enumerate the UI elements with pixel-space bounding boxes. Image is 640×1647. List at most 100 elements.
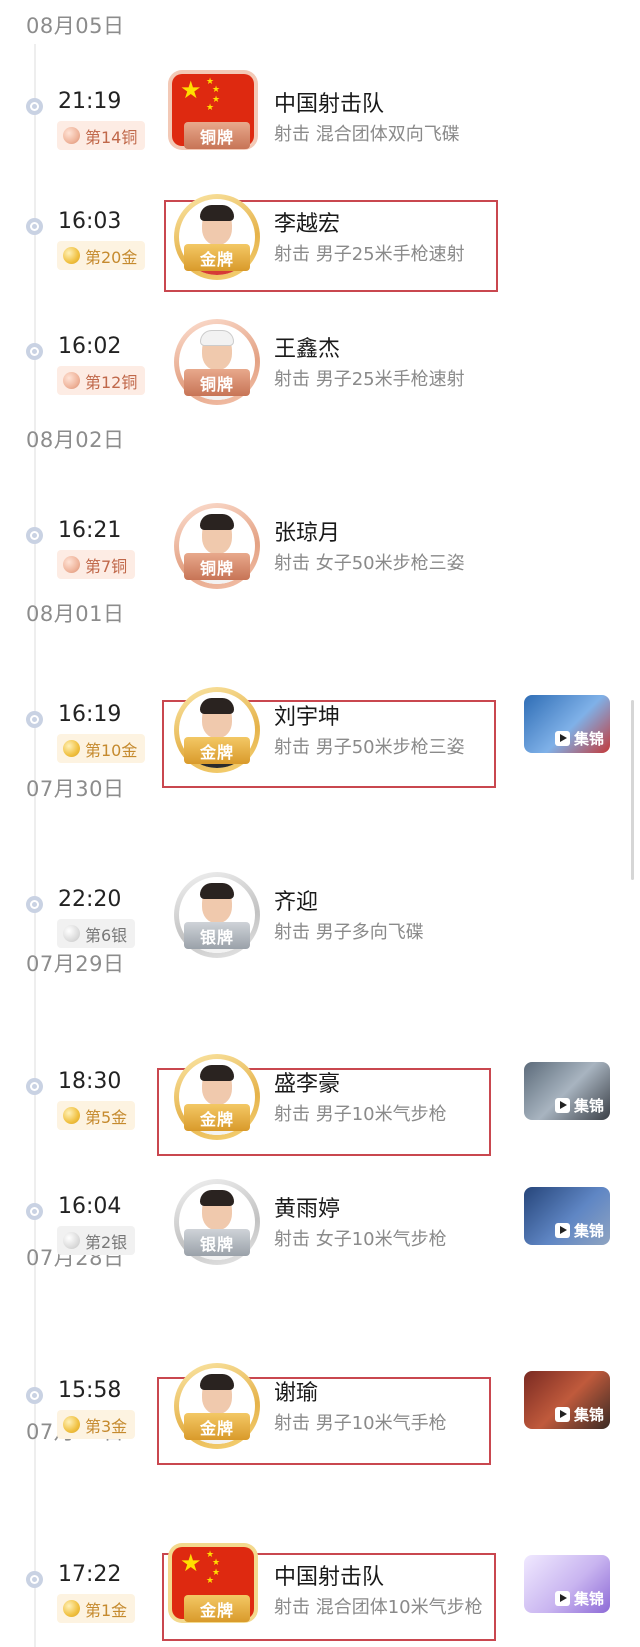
scrollbar[interactable] — [631, 700, 634, 880]
date-header: 08月05日 — [26, 14, 125, 38]
video-label: 集锦 — [573, 1406, 604, 1424]
highlights-video-thumbnail[interactable]: 集锦 — [524, 1371, 610, 1429]
athlete-name: 中国射击队 — [274, 1565, 385, 1590]
medal-count-label: 第3金 — [85, 1416, 128, 1436]
event-name: 射击 男子25米手枪速射 — [274, 369, 465, 390]
event-name: 射击 男子10米气步枪 — [274, 1104, 447, 1125]
athlete-avatar: 铜牌 — [174, 503, 260, 589]
entry-time: 16:19 — [58, 702, 122, 727]
event-name: 射击 男子25米手枪速射 — [274, 244, 465, 265]
medal-ribbon: 铜牌 — [184, 122, 250, 149]
bronze-coin-icon — [63, 372, 80, 389]
medal-count-label: 第12铜 — [85, 372, 138, 392]
timeline-dot — [26, 218, 43, 235]
entry-time: 16:03 — [58, 209, 122, 234]
athlete-avatar: 金牌 — [174, 687, 260, 773]
timeline-dot — [26, 343, 43, 360]
athlete-avatar: 金牌 — [174, 194, 260, 280]
gold-coin-icon — [63, 247, 80, 264]
medal-count-badge: 第10金 — [57, 734, 146, 763]
medal-ribbon: 银牌 — [184, 1229, 250, 1256]
timeline-dot — [26, 896, 43, 913]
medal-count-badge: 第7铜 — [57, 550, 136, 579]
medal-ribbon: 金牌 — [184, 737, 250, 764]
play-icon — [554, 1223, 570, 1238]
medal-count-label: 第2银 — [85, 1232, 128, 1252]
medal-count-label: 第1金 — [85, 1600, 128, 1620]
athlete-name: 中国射击队 — [274, 92, 385, 117]
medal-count-badge: 第1金 — [57, 1594, 136, 1623]
video-label: 集锦 — [573, 1222, 604, 1240]
medal-ribbon: 银牌 — [184, 922, 250, 949]
timeline-dot — [26, 1203, 43, 1220]
medal-entry[interactable]: 16:04 第2银 银牌 黄雨婷 射击 女子10米气步枪 集锦 — [0, 1179, 640, 1347]
athlete-name: 谢瑜 — [274, 1381, 319, 1406]
athlete-avatar: 金牌 — [174, 1363, 260, 1449]
medal-count-badge: 第20金 — [57, 241, 146, 270]
event-name: 射击 女子50米步枪三姿 — [274, 553, 465, 574]
bronze-coin-icon — [63, 556, 80, 573]
gold-coin-icon — [63, 740, 80, 757]
video-label: 集锦 — [573, 1097, 604, 1115]
entry-time: 21:19 — [58, 89, 122, 114]
event-name: 射击 男子多向飞碟 — [274, 922, 424, 943]
medal-ribbon: 铜牌 — [184, 369, 250, 396]
entry-time: 16:02 — [58, 334, 122, 359]
athlete-name: 齐迎 — [274, 890, 319, 915]
play-icon — [554, 731, 570, 746]
medal-count-label: 第7铜 — [85, 556, 128, 576]
entry-time: 15:58 — [58, 1378, 122, 1403]
medal-entry[interactable]: 16:21 第7铜 铜牌 张琼月 射击 女子50米步枪三姿 — [0, 503, 640, 671]
silver-coin-icon — [63, 925, 80, 942]
gold-coin-icon — [63, 1600, 80, 1617]
highlights-video-thumbnail[interactable]: 集锦 — [524, 1062, 610, 1120]
event-name: 射击 女子10米气步枪 — [274, 1229, 447, 1250]
play-icon — [554, 1098, 570, 1113]
play-icon — [554, 1591, 570, 1606]
medal-count-label: 第6银 — [85, 925, 128, 945]
entry-time: 16:04 — [58, 1194, 122, 1219]
medal-entry[interactable]: 22:20 第6银 银牌 齐迎 射击 男子多向飞碟 — [0, 872, 640, 1040]
medal-count-label: 第5金 — [85, 1107, 128, 1127]
medal-count-badge: 第6银 — [57, 919, 136, 948]
medal-count-badge: 第5金 — [57, 1101, 136, 1130]
timeline-dot — [26, 527, 43, 544]
medal-entry[interactable]: 15:58 第3金 金牌 谢瑜 射击 男子10米气手枪 集锦 — [0, 1363, 640, 1531]
highlights-video-thumbnail[interactable]: 集锦 — [524, 1555, 610, 1613]
timeline-dot — [26, 98, 43, 115]
medal-count-label: 第14铜 — [85, 127, 138, 147]
entry-time: 17:22 — [58, 1562, 122, 1587]
timeline-dot — [26, 1571, 43, 1588]
entry-time: 16:21 — [58, 518, 122, 543]
medal-count-label: 第20金 — [85, 247, 138, 267]
event-name: 射击 混合团体双向飞碟 — [274, 124, 460, 145]
medal-ribbon: 金牌 — [184, 1595, 250, 1622]
athlete-name: 王鑫杰 — [274, 337, 341, 362]
medal-ribbon: 金牌 — [184, 1413, 250, 1440]
medal-count-badge: 第2银 — [57, 1226, 136, 1255]
entry-time: 22:20 — [58, 887, 122, 912]
athlete-name: 张琼月 — [274, 521, 341, 546]
medal-entry[interactable]: 16:19 第10金 金牌 刘宇坤 射击 男子50米步枪三姿 集锦 — [0, 687, 640, 855]
event-name: 射击 混合团体10米气步枪 — [274, 1597, 483, 1618]
timeline-dot — [26, 711, 43, 728]
video-label: 集锦 — [573, 1590, 604, 1608]
highlights-video-thumbnail[interactable]: 集锦 — [524, 1187, 610, 1245]
timeline-dot — [26, 1078, 43, 1095]
event-name: 射击 男子50米步枪三姿 — [274, 737, 465, 758]
gold-coin-icon — [63, 1107, 80, 1124]
medal-entry[interactable]: 16:02 第12铜 铜牌 王鑫杰 射击 男子25米手枪速射 — [0, 319, 640, 487]
video-label: 集锦 — [573, 730, 604, 748]
play-icon — [554, 1407, 570, 1422]
medal-count-label: 第10金 — [85, 740, 138, 760]
athlete-name: 李越宏 — [274, 212, 341, 237]
medal-ribbon: 金牌 — [184, 244, 250, 271]
medal-entry[interactable]: 17:22 第1金 ★ ★ ★ ★ ★ 金牌 中国射击队 射击 混合团体10米气… — [0, 1547, 640, 1647]
athlete-avatar: 银牌 — [174, 872, 260, 958]
athlete-name: 刘宇坤 — [274, 705, 341, 730]
medal-count-badge: 第3金 — [57, 1410, 136, 1439]
athlete-name: 黄雨婷 — [274, 1197, 341, 1222]
athlete-name: 盛李豪 — [274, 1072, 341, 1097]
bronze-coin-icon — [63, 127, 80, 144]
highlights-video-thumbnail[interactable]: 集锦 — [524, 695, 610, 753]
